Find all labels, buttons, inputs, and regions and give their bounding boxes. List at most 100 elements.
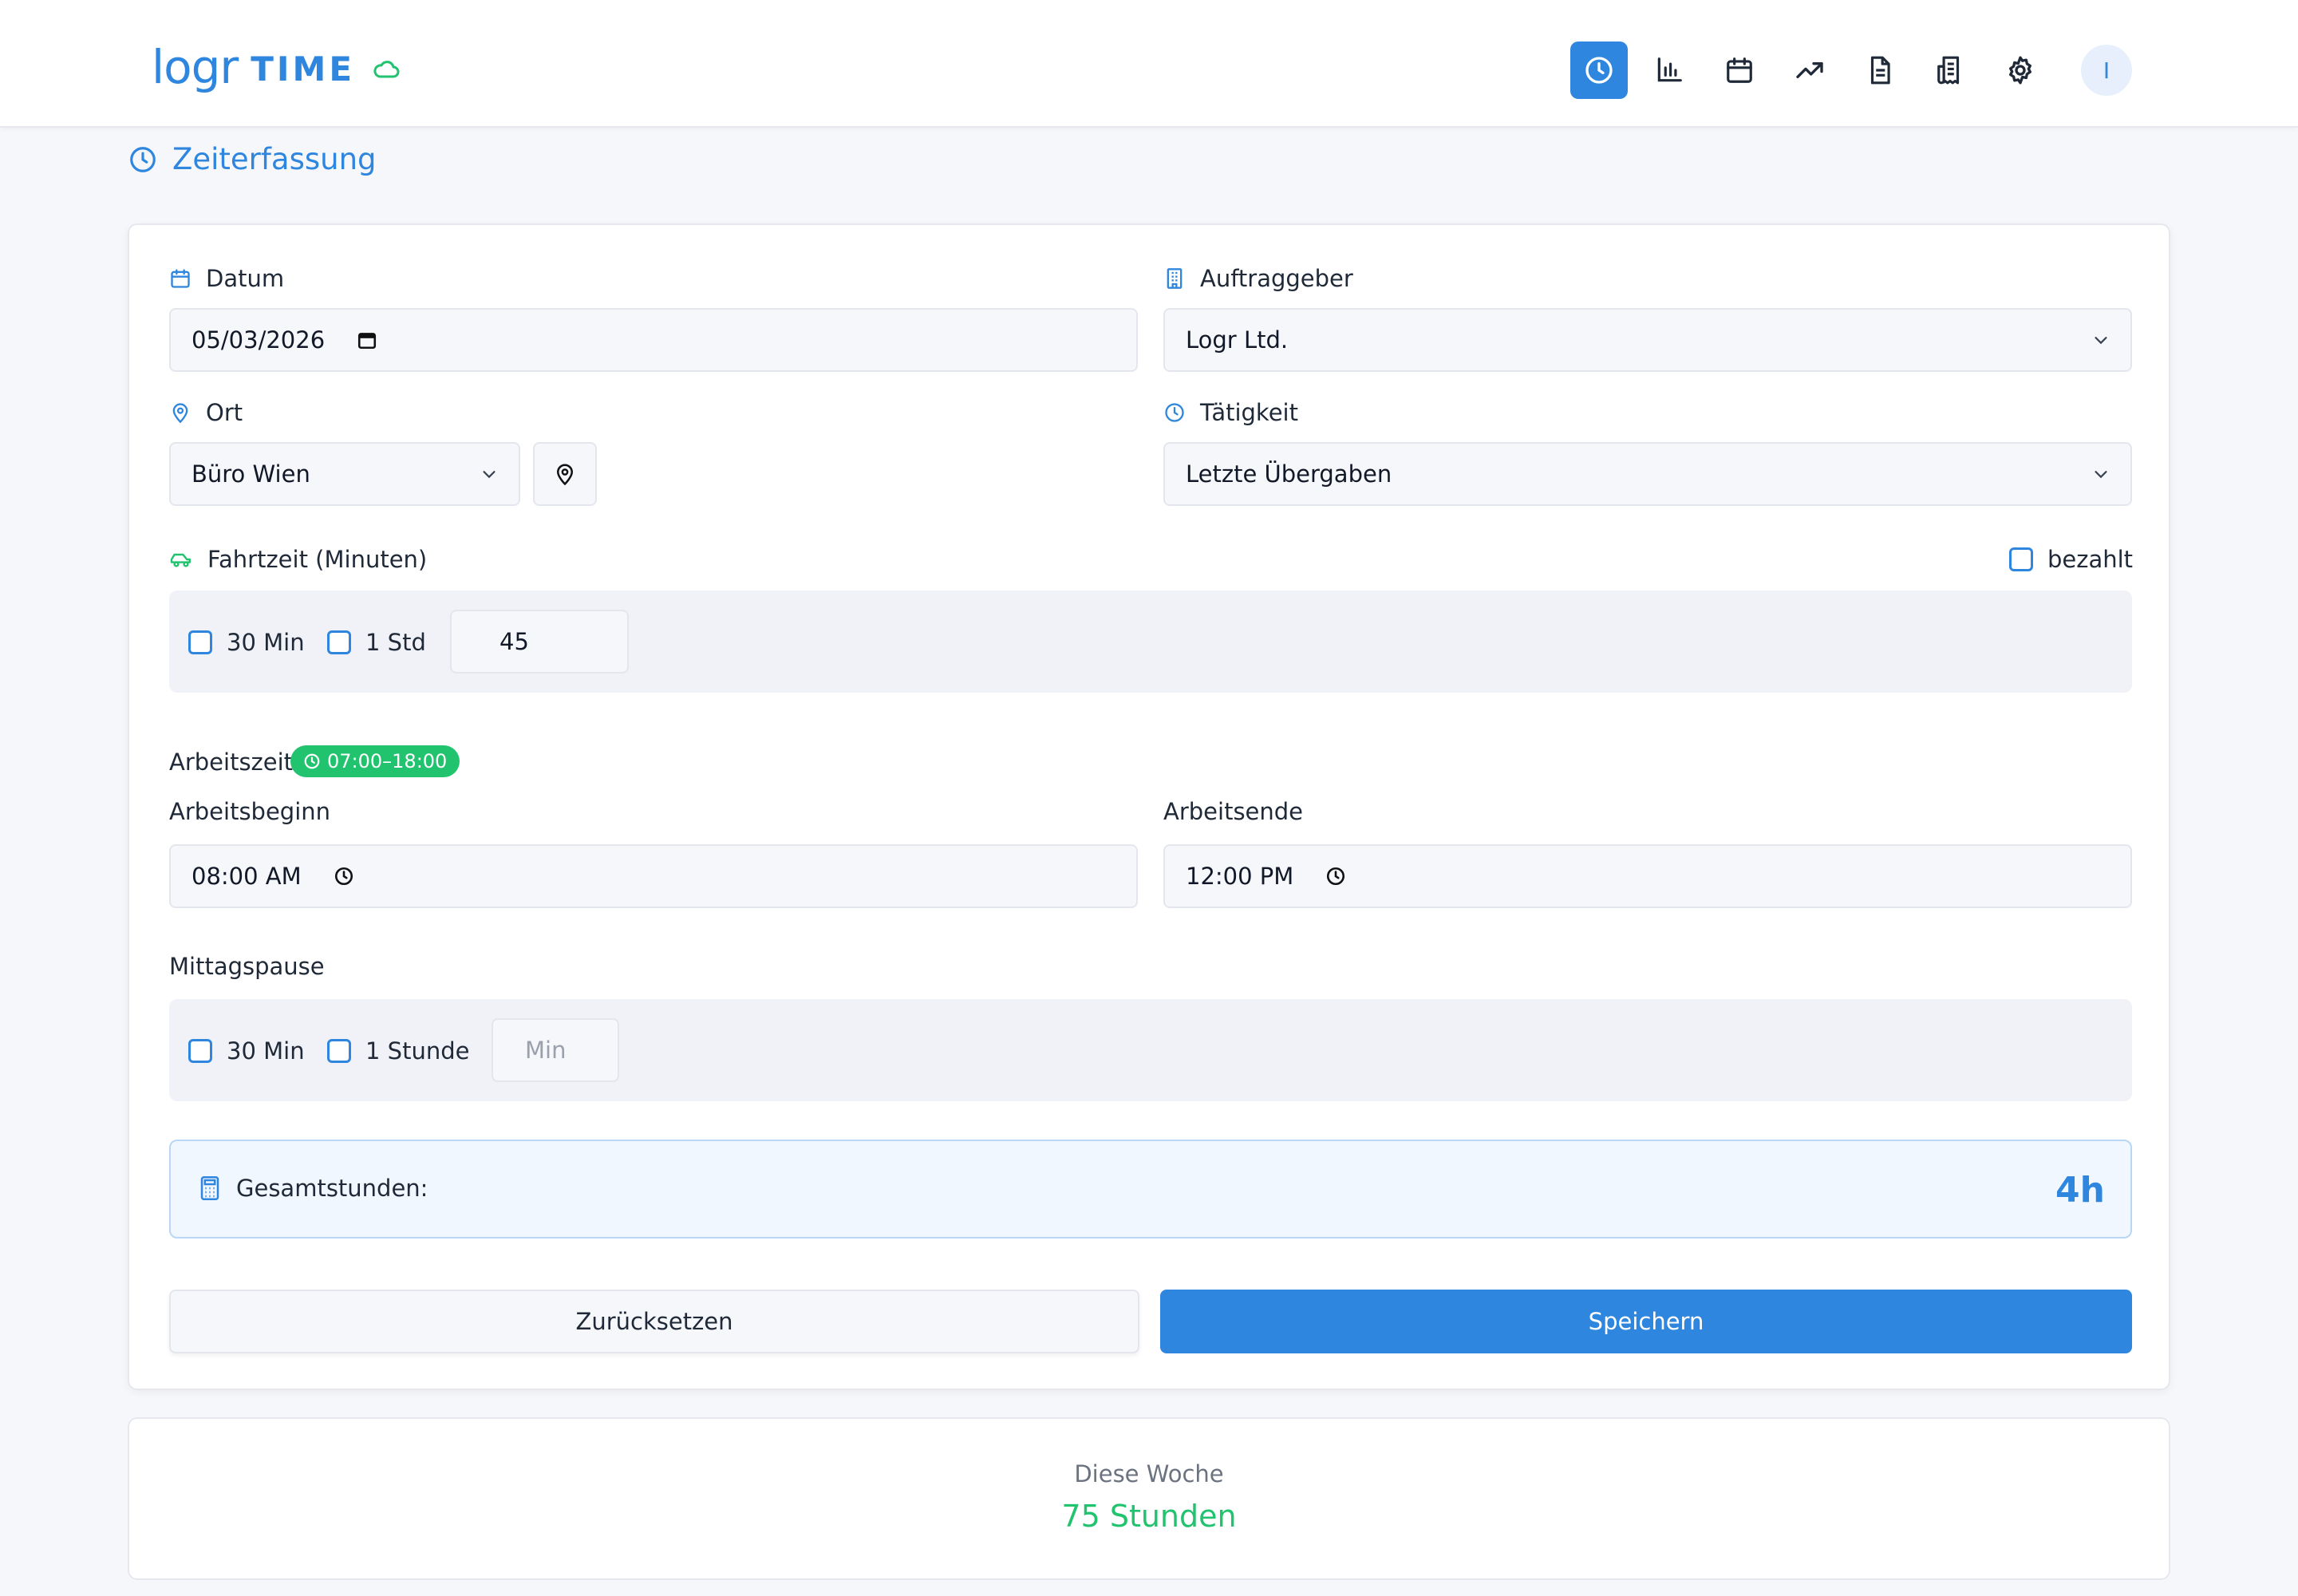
fahrtzeit-value: 45 [499,628,529,655]
mittagspause-panel: 30 Min 1 Stunde Min [169,999,2132,1101]
mittagspause-minutes-input[interactable]: Min [492,1018,619,1082]
ort-select[interactable]: Büro Wien [169,442,520,506]
mittagspause-placeholder: Min [525,1037,567,1064]
fahrt-1std-label: 1 Std [365,629,426,656]
clock-icon[interactable] [1325,866,1346,887]
nav-berichte[interactable] [1851,41,1909,99]
datum-label-text: Datum [206,265,285,292]
week-label: Diese Woche [1074,1460,1224,1487]
pause-30min-checkbox[interactable]: 30 Min [188,1037,305,1065]
clock-icon [1583,54,1615,86]
brand-logo[interactable]: logr TIME [152,41,400,93]
nav-statistik[interactable] [1641,41,1698,99]
building-icon [1163,267,1186,290]
arbeitsbeginn-label-text: Arbeitsbeginn [169,798,331,825]
taetigkeit-select[interactable]: Letzte Übergaben [1163,442,2132,506]
mittagspause-label: Mittagspause [169,953,325,980]
arbeitsbeginn-label: Arbeitsbeginn [169,798,330,825]
auftraggeber-label: Auftraggeber [1163,265,1353,292]
nav-einstellungen[interactable] [1992,41,2049,99]
calendar-icon [169,267,192,290]
gesamtstunden-label-text: Gesamtstunden: [236,1175,428,1202]
date-value: 05/03/2026 [192,326,326,354]
reset-button[interactable]: Zurücksetzen [169,1290,1139,1353]
brand-logr-text: logr [152,40,239,94]
checkbox-box[interactable] [327,630,351,654]
arbeitsende-label-text: Arbeitsende [1163,798,1304,825]
arbeitsende-value: 12:00 PM [1186,863,1294,890]
gear-icon [2004,54,2036,86]
fahrtzeit-minutes-input[interactable]: 45 [450,610,629,674]
time-entry-form: Datum 05/03/2026 Auftraggeber Logr Ltd. … [128,223,2170,1390]
taetigkeit-label: Tätigkeit [1163,399,1298,426]
arbeitszeit-label: Arbeitszeit [169,749,293,776]
document-icon [1865,55,1895,85]
calendar-icon [1724,55,1755,85]
auftraggeber-select[interactable]: Logr Ltd. [1163,308,2132,372]
arbeitsbeginn-value: 08:00 AM [192,863,302,890]
week-summary-card: Diese Woche 75 Stunden [128,1417,2170,1580]
nav-kalender[interactable] [1711,41,1768,99]
calendar-picker-icon[interactable] [357,330,377,350]
pause-1stunde-checkbox[interactable]: 1 Stunde [327,1037,469,1065]
brand-time-text: TIME [251,49,356,89]
auftraggeber-label-text: Auftraggeber [1200,265,1353,292]
clock-icon[interactable] [334,866,354,887]
gesamtstunden-label: Gesamtstunden: [199,1175,428,1202]
date-input[interactable]: 05/03/2026 [169,308,1138,372]
arbeitsende-label: Arbeitsende [1163,798,1303,825]
checkbox-box[interactable] [188,1039,212,1063]
arbeitszeit-badge: 07:00–18:00 [290,745,460,777]
fahrtzeit-label-text: Fahrtzeit (Minuten) [207,546,428,573]
arbeitsbeginn-input[interactable]: 08:00 AM [169,844,1138,908]
fahrtzeit-label: Fahrtzeit (Minuten) [169,546,427,573]
checkbox-box[interactable] [2009,547,2033,571]
receipt-icon [1935,55,1965,85]
clock-icon [303,753,327,770]
avatar[interactable]: I [2081,45,2132,96]
fahrt-30min-label: 30 Min [227,629,305,656]
map-pin-icon [553,462,577,486]
checkbox-box[interactable] [188,630,212,654]
map-pin-icon [169,401,192,424]
arbeitszeit-badge-text: 07:00–18:00 [327,750,448,772]
clock-icon [128,144,158,175]
arbeitszeit-label-text: Arbeitszeit [169,749,294,776]
page-title: Zeiterfassung [128,142,377,176]
calculator-icon [199,1176,236,1200]
trending-up-icon [1794,54,1826,86]
gesamtstunden-value: 4h [2055,1170,2105,1211]
car-icon [169,550,193,569]
ort-label-text: Ort [206,399,243,426]
cloud-icon [373,61,400,78]
week-hours-value: 75 Stunden [1061,1499,1237,1534]
datum-label: Datum [169,265,284,292]
fahrt-1std-checkbox[interactable]: 1 Std [327,629,426,656]
bar-chart-icon [1654,55,1684,85]
locate-button[interactable] [533,442,597,506]
save-button[interactable]: Speichern [1160,1290,2132,1353]
chevron-down-icon [480,465,498,483]
pause-30min-label: 30 Min [227,1037,305,1065]
arbeitsende-input[interactable]: 12:00 PM [1163,844,2132,908]
nav-rechnungen[interactable] [1921,41,1979,99]
page-title-text: Zeiterfassung [172,142,377,176]
checkbox-box[interactable] [327,1039,351,1063]
nav-trends[interactable] [1781,41,1838,99]
bezahlt-label: bezahlt [2047,546,2134,573]
bezahlt-checkbox[interactable]: bezahlt [2009,546,2133,573]
chevron-down-icon [2092,465,2110,483]
chevron-down-icon [2092,331,2110,349]
ort-value: Büro Wien [192,460,310,488]
nav-zeiterfassung[interactable] [1570,41,1628,99]
clock-icon [1163,401,1186,424]
gesamtstunden-box: Gesamtstunden: 4h [169,1140,2132,1238]
ort-label: Ort [169,399,243,426]
main-nav [1570,41,2062,99]
mittagspause-label-text: Mittagspause [169,953,325,980]
taetigkeit-value: Letzte Übergaben [1186,460,1392,488]
taetigkeit-label-text: Tätigkeit [1200,399,1298,426]
fahrt-30min-checkbox[interactable]: 30 Min [188,629,305,656]
fahrtzeit-panel: 30 Min 1 Std 45 [169,591,2132,693]
pause-1stunde-label: 1 Stunde [365,1037,470,1065]
